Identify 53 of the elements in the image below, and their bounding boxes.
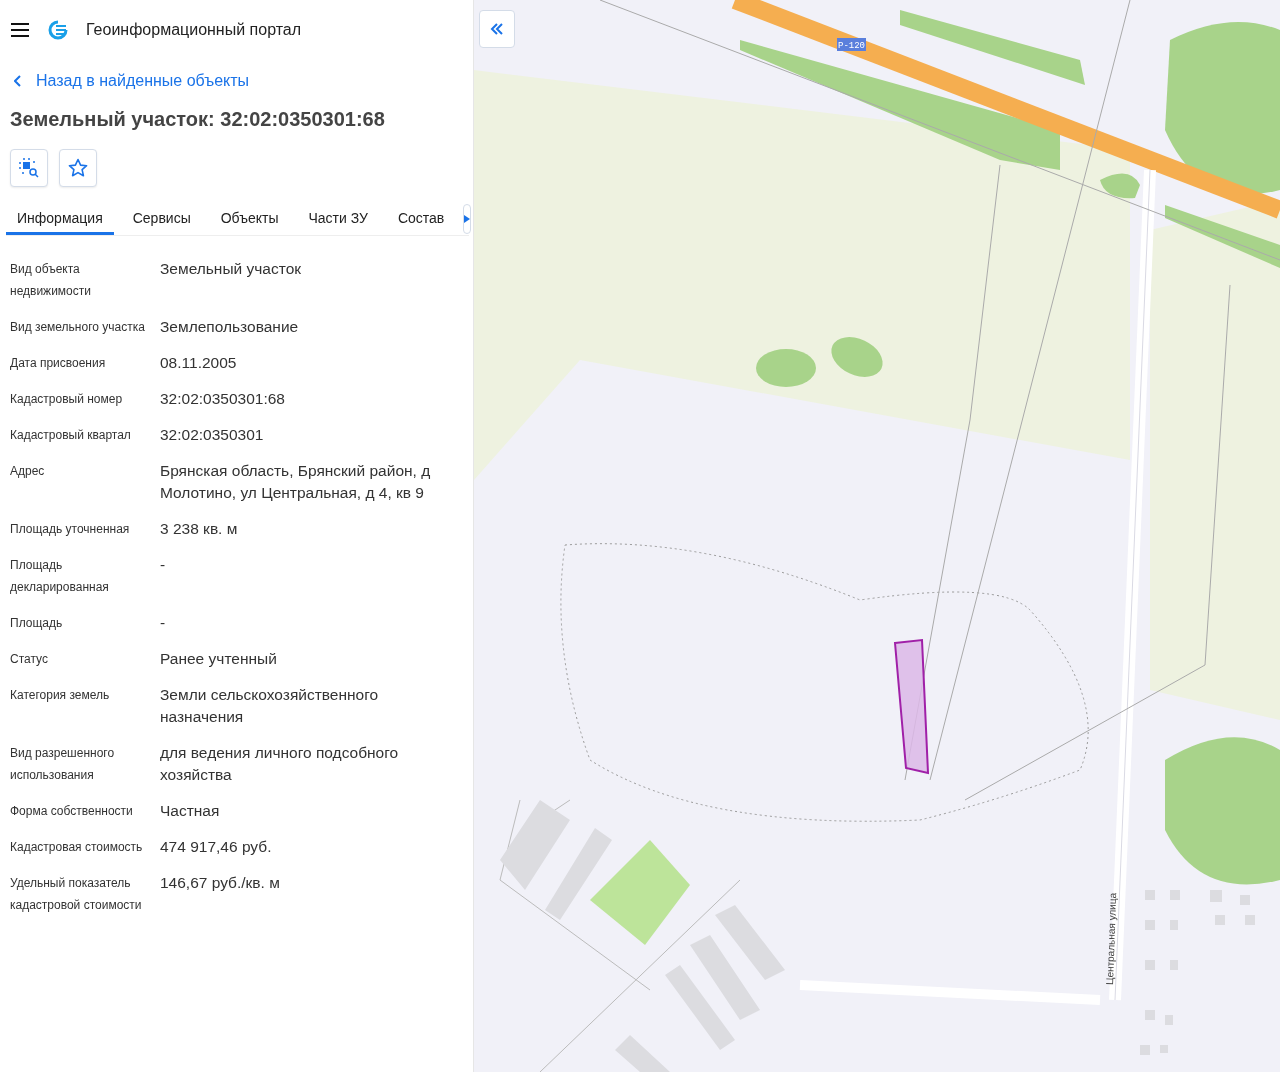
tab[interactable]: Информация	[6, 203, 114, 235]
collapse-panel-button[interactable]	[479, 10, 515, 48]
property-value: Земли сельскохозяйственного назначения	[160, 685, 380, 727]
property-label: Дата присвоения	[10, 355, 107, 372]
menu-icon[interactable]	[10, 23, 30, 37]
property-label: Удельный показатель кадастровой стоимости	[10, 875, 143, 914]
property-label: Площадь	[10, 615, 64, 632]
property-value: 3 238 кв. м	[160, 519, 239, 539]
property-value: Брянская область, Брянский район, д Молотино, ул Центральная, д 4, кв 9	[160, 461, 432, 503]
property-label: Вид разрешенного использования	[10, 745, 116, 784]
property-label: Вид объекта недвижимости	[10, 261, 92, 300]
property-label: Кадастровый номер	[10, 391, 124, 408]
portal-title: Геоинформационный портал	[86, 21, 302, 39]
street-label: Центральная улица	[1104, 892, 1119, 986]
map[interactable]: Р-120 Центральная улица	[474, 0, 1280, 1072]
property-label: Площадь декларированная	[10, 557, 110, 596]
property-label: Форма собственности	[10, 803, 134, 820]
tab[interactable]: Объекты	[209, 203, 290, 235]
property-label: Статус	[10, 651, 49, 668]
property-label: Кадастровая стоимость	[10, 839, 144, 856]
property-value: для ведения личного подсобного хозяйства	[160, 743, 400, 785]
property-value: 32:02:0350301	[160, 425, 265, 445]
property-label: Адрес	[10, 463, 46, 480]
portal-logo-icon	[48, 20, 68, 40]
property-value: Земельный участок	[160, 259, 303, 279]
property-value: Ранее учтенный	[160, 649, 278, 669]
star-icon	[68, 158, 88, 178]
property-value: Землепользование	[160, 317, 300, 337]
property-value: -	[160, 613, 167, 633]
property-label: Вид земельного участка	[10, 319, 146, 336]
chevron-left-icon	[14, 75, 22, 87]
property-value: 146,67 руб./кв. м	[160, 873, 281, 893]
back-link[interactable]: Назад в найденные объекты	[14, 72, 250, 90]
tab[interactable]: Сервисы	[121, 203, 202, 235]
property-value: 32:02:0350301:68	[160, 389, 286, 409]
land-parcel[interactable]	[893, 638, 930, 775]
property-value: 08.11.2005	[160, 353, 238, 373]
triangle-right-icon	[464, 215, 471, 223]
favorite-button[interactable]	[59, 149, 97, 187]
map-search-button[interactable]	[10, 149, 48, 187]
area-search-icon	[18, 157, 40, 179]
tab[interactable]: Части ЗУ	[297, 203, 379, 235]
property-value: -	[160, 555, 167, 575]
tab[interactable]: Состав	[386, 203, 456, 235]
property-label: Категория земель	[10, 687, 111, 704]
double-chevron-left-icon	[490, 23, 504, 35]
property-label: Площадь уточненная	[10, 521, 131, 538]
property-value: 474 917,46 руб.	[160, 837, 273, 857]
property-label: Кадастровый квартал	[10, 427, 132, 444]
object-title: Земельный участок: 32:02:0350301:68	[10, 108, 386, 131]
road-number-sign: Р-120	[837, 38, 866, 51]
property-value: Частная	[160, 801, 221, 821]
scroll-tabs-button[interactable]	[463, 204, 472, 234]
